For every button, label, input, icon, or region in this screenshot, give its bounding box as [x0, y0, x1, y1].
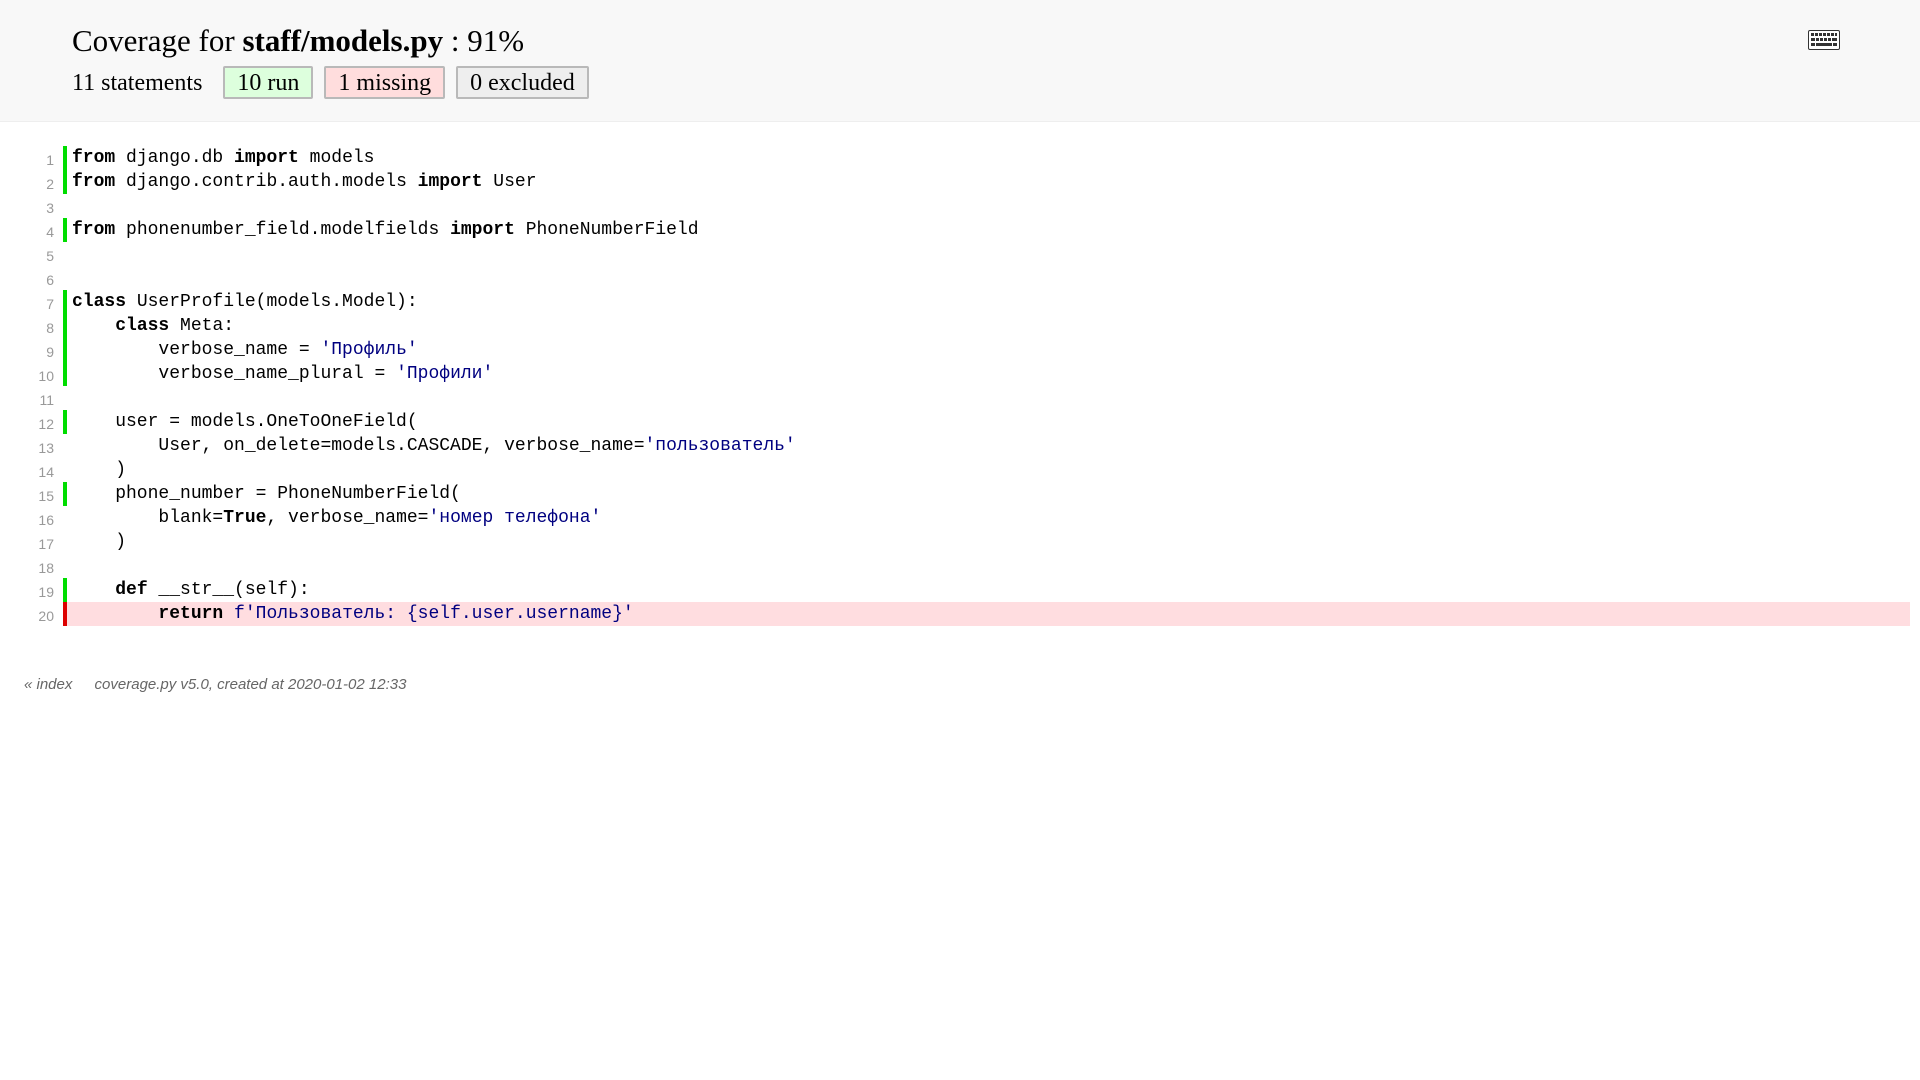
excluded-toggle-button[interactable]: 0 excluded — [456, 66, 589, 99]
code-keyword: class — [72, 292, 127, 312]
source-line: 18 — [0, 554, 1920, 578]
code-text: from django.contrib.auth.models import U… — [67, 170, 1910, 194]
file-name: staff/models.py — [242, 23, 444, 58]
code-token: verbose_name = — [72, 340, 321, 360]
source-line: 4 from phonenumber_field.modelfields impo… — [0, 218, 1920, 242]
code-text: class UserProfile(models.Model): — [67, 290, 1910, 314]
code-keyword: from — [72, 148, 116, 168]
missing-toggle-button[interactable]: 1 missing — [324, 66, 446, 99]
run-toggle-button[interactable]: 10 run — [223, 66, 314, 99]
code-text: verbose_name_plural = 'Профили' — [67, 362, 1910, 386]
code-text: def __str__(self): — [67, 578, 1910, 602]
code-keyword: def — [115, 580, 148, 600]
index-link[interactable]: « index — [24, 676, 72, 693]
code-string: 'Профили' — [396, 364, 494, 384]
code-token: User, on_delete=models.CASCADE, verbose_… — [72, 436, 645, 456]
code-text: return f'Пользователь: {self.user.userna… — [67, 602, 1910, 626]
source-line: 12 user = models.OneToOneField( — [0, 410, 1920, 434]
code-keyword: import — [450, 220, 515, 240]
code-token: phonenumber_field.modelfields — [115, 220, 451, 240]
code-string: f'Пользователь: {self.user.username}' — [234, 604, 634, 624]
source-line: 15 phone_number = PhoneNumberField( — [0, 482, 1920, 506]
code-text: from phonenumber_field.modelfields impor… — [67, 218, 1910, 242]
statements-count: 11 statements — [72, 69, 203, 96]
code-token: phone_number = PhoneNumberField( — [72, 484, 461, 504]
code-keyword: import — [234, 148, 299, 168]
code-keyword: True — [223, 508, 267, 528]
code-text: ) — [67, 458, 1910, 482]
footer: « index coverage.py v5.0, created at 202… — [24, 676, 406, 693]
code-token: django.db — [115, 148, 235, 168]
keyboard-icon[interactable] — [1808, 30, 1840, 50]
code-token: , verbose_name= — [266, 508, 429, 528]
code-token: verbose_name_plural = — [72, 364, 397, 384]
code-keyword: from — [72, 220, 116, 240]
code-string: 'пользователь' — [644, 436, 796, 456]
source-line: 1 from django.db import models — [0, 146, 1920, 170]
source-line: 17 ) — [0, 530, 1920, 554]
header: Coverage for staff/models.py : 91% 11 st… — [0, 0, 1920, 122]
source-line: 14 ) — [0, 458, 1920, 482]
stats-bar: 11 statements 10 run 1 missing 0 exclude… — [72, 66, 600, 99]
source-line: 2 from django.contrib.auth.models import … — [0, 170, 1920, 194]
code-token: ) — [72, 532, 127, 552]
source-line: 13 User, on_delete=models.CASCADE, verbo… — [0, 434, 1920, 458]
source-line: 10 verbose_name_plural = 'Профили' — [0, 362, 1920, 386]
source-line: 8 class Meta: — [0, 314, 1920, 338]
code-text: from django.db import models — [67, 146, 1910, 170]
title-prefix: Coverage for — [72, 23, 243, 58]
code-token: User — [482, 172, 537, 192]
source-line-missing: 20 return f'Пользователь: {self.user.use… — [0, 602, 1920, 626]
coverage-percent: : 91% — [443, 23, 525, 58]
source-line: 19 def __str__(self): — [0, 578, 1920, 602]
code-keyword: class — [115, 316, 170, 336]
code-token: models — [298, 148, 375, 168]
created-info: coverage.py v5.0, created at 2020-01-02 … — [94, 676, 407, 693]
code-text: verbose_name = 'Профиль' — [67, 338, 1910, 362]
source-line: 16 blank=True, verbose_name='номер телеф… — [0, 506, 1920, 530]
source-line: 7 class UserProfile(models.Model): — [0, 290, 1920, 314]
code-text: ) — [67, 530, 1910, 554]
code-token: ) — [72, 460, 127, 480]
code-keyword: return — [158, 604, 224, 624]
code-string: 'номер телефона' — [428, 508, 602, 528]
source-line: 11 — [0, 386, 1920, 410]
code-text: class Meta: — [67, 314, 1910, 338]
source-line: 6 — [0, 266, 1920, 290]
code-string: 'Профиль' — [320, 340, 418, 360]
code-token: __str__(self): — [147, 580, 310, 600]
code-token: blank= — [72, 508, 224, 528]
code-token: django.contrib.auth.models — [115, 172, 418, 192]
code-keyword: from — [72, 172, 116, 192]
code-keyword: import — [417, 172, 483, 192]
source-line: 5 — [0, 242, 1920, 266]
source-line: 3 — [0, 194, 1920, 218]
source-line: 9 verbose_name = 'Профиль' — [0, 338, 1920, 362]
code-text: user = models.OneToOneField( — [67, 410, 1910, 434]
code-token: PhoneNumberField — [514, 220, 699, 240]
code-text: phone_number = PhoneNumberField( — [67, 482, 1910, 506]
line-number[interactable]: 20 — [0, 602, 54, 630]
code-token: user = models.OneToOneField( — [72, 412, 418, 432]
code-token: UserProfile(models.Model): — [126, 292, 418, 312]
source-code: 1 from django.db import models 2 from djang… — [0, 146, 1920, 626]
code-text: User, on_delete=models.CASCADE, verbose_… — [67, 434, 1910, 458]
page-title: Coverage for staff/models.py : 91% — [72, 22, 524, 60]
code-text: blank=True, verbose_name='номер телефона… — [67, 506, 1910, 530]
code-token: Meta: — [169, 316, 235, 336]
